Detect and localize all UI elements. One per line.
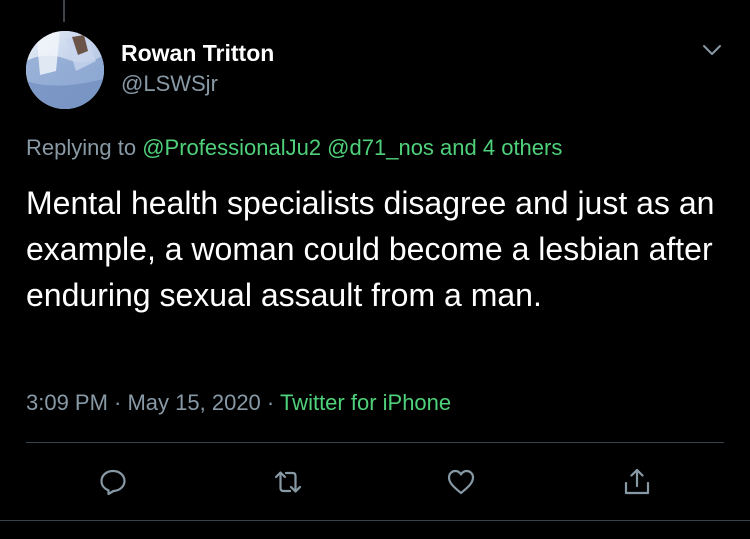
author-handle[interactable]: @LSWSjr: [121, 71, 218, 97]
bottom-divider: [0, 520, 750, 521]
tweet-source[interactable]: Twitter for iPhone: [280, 390, 451, 415]
avatar[interactable]: [26, 31, 104, 109]
replying-to-prefix: Replying to: [26, 135, 137, 160]
retweet-button[interactable]: [270, 464, 306, 500]
reply-icon: [100, 469, 126, 496]
like-button[interactable]: [443, 464, 479, 500]
replying-to: Replying to @ProfessionalJu2 @d71_nos an…: [26, 135, 562, 161]
heart-icon: [447, 469, 475, 495]
tweet-timestamp[interactable]: 3:09 PM · May 15, 2020 ·: [26, 390, 280, 415]
share-button[interactable]: [619, 464, 655, 500]
tweet-text: Mental health specialists disagree and j…: [26, 185, 715, 313]
share-icon: [624, 468, 650, 495]
thread-connector-line: [63, 0, 65, 22]
chevron-down-icon: [703, 45, 721, 55]
more-options-button[interactable]: [700, 40, 724, 60]
tweet-meta: 3:09 PM · May 15, 2020 · Twitter for iPh…: [26, 390, 451, 416]
author-name[interactable]: Rowan Tritton: [121, 40, 274, 67]
retweet-icon: [274, 471, 302, 493]
divider: [26, 442, 724, 443]
reply-button[interactable]: [95, 464, 131, 500]
replying-to-mentions[interactable]: @ProfessionalJu2 @d71_nos and 4 others: [142, 135, 562, 160]
avatar-image: [26, 31, 104, 109]
